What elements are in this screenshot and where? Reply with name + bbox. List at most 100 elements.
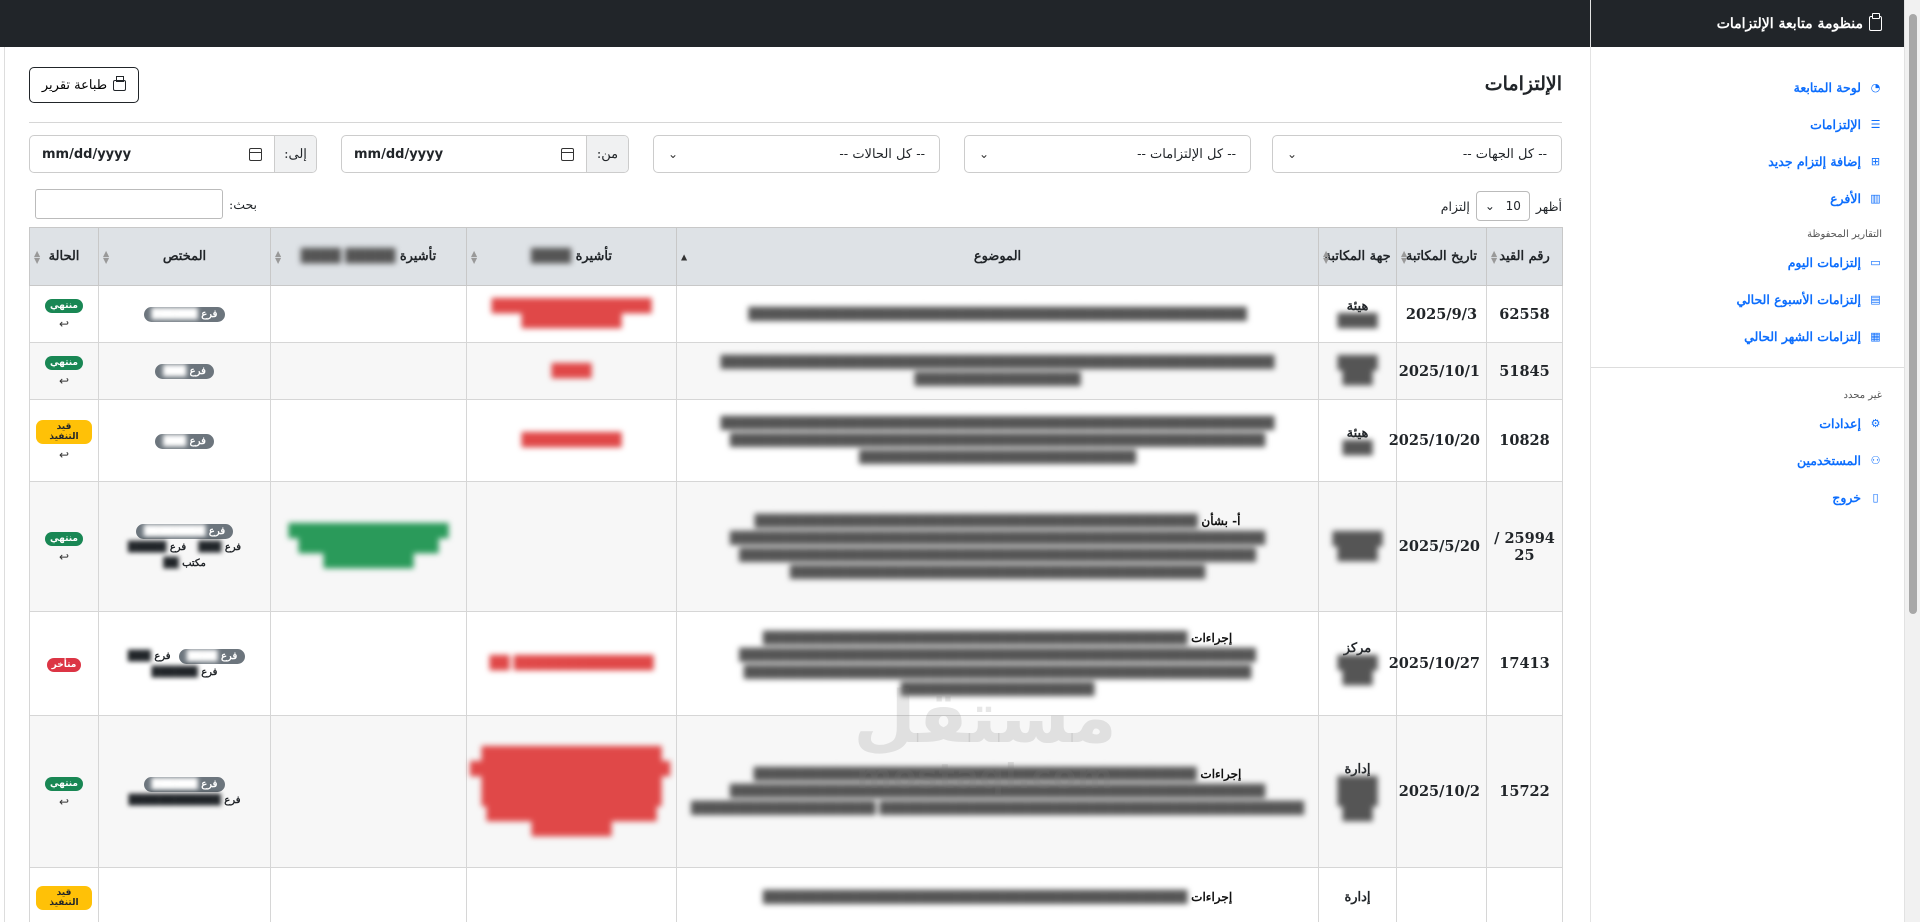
- redacted-text: ████ ███: [1337, 356, 1378, 386]
- branch-pill: فرع ███: [155, 364, 214, 379]
- cell-entity: هيئة ████: [1318, 285, 1397, 343]
- reply-icon[interactable]: ↩: [36, 317, 92, 331]
- table-row[interactable]: 10828 2025/10/20 هيئة ███ ███████████████…: [29, 399, 1563, 482]
- cell-id: 15722: [1486, 715, 1563, 868]
- sidebar-item-add-commitment[interactable]: ⊞ إضافة إلتزام جديد: [1591, 143, 1904, 180]
- cell-assignee: فرع ██████: [98, 285, 271, 343]
- commitment-select[interactable]: -- كل الإلتزامات -- ⌄: [964, 135, 1251, 173]
- cell-id: 62558: [1486, 285, 1563, 343]
- reply-icon[interactable]: ↩: [36, 448, 92, 462]
- cell-date: 2025/9/3: [1396, 285, 1487, 343]
- branch-prefix: فرع: [224, 794, 241, 806]
- page-length-select[interactable]: 10 ⌄: [1475, 191, 1530, 221]
- redacted-text: ████████: [143, 525, 206, 537]
- search-input[interactable]: [35, 189, 223, 219]
- entity-select[interactable]: -- كل الجهات -- ⌄: [1272, 135, 1562, 173]
- redacted-text: ████████████████████████████████████████…: [720, 355, 1275, 386]
- print-report-button[interactable]: طباعة تقرير: [29, 67, 139, 103]
- app-brand[interactable]: منظومة متابعة الإلتزامات: [1591, 0, 1904, 47]
- sort-icon: ▲ ▼: [103, 248, 110, 265]
- branch-prefix: فرع: [189, 366, 206, 377]
- sidebar-item-commitments[interactable]: ☰ الإلتزامات: [1591, 106, 1904, 143]
- cell-id: 17413: [1486, 611, 1563, 716]
- user-heading: غير محدد: [1843, 390, 1882, 401]
- cell-subject: أ- بشأن ████████████████████████████████…: [676, 481, 1319, 612]
- sidebar-item-logout[interactable]: ▯ خروج: [1591, 479, 1904, 516]
- reply-icon[interactable]: ↩: [36, 550, 92, 564]
- branch-prefix: فرع: [208, 525, 226, 537]
- table-header-row: رقم القيد ▲ ▼ تاريخ المكاتبة ▲ ▼ جهة المكاتب…: [29, 227, 1563, 286]
- redacted-text: ██████: [151, 666, 198, 678]
- cell-status: قيد التنفيذ ↩: [29, 399, 99, 482]
- col-header-id[interactable]: رقم القيد ▲ ▼: [1486, 227, 1563, 286]
- chevron-down-icon: ⌄: [668, 147, 679, 161]
- sidebar-item-month[interactable]: ▦ إلتزامات الشهر الحالي: [1591, 318, 1904, 355]
- cell-assignee: فرع ██████ فرع ████████████: [98, 715, 271, 868]
- col-header-entity[interactable]: جهة المكاتبة ▲ ▼: [1318, 227, 1397, 286]
- sidebar-item-label: إلتزامات الأسبوع الحالي: [1736, 292, 1861, 307]
- reply-icon[interactable]: ↩: [36, 795, 92, 809]
- print-report-label: طباعة تقرير: [41, 77, 108, 93]
- table-row[interactable]: 25994 / 25 2025/5/20 █████ ████ أ- بشأن █…: [29, 481, 1563, 612]
- cell-assignee: فرع ████ فرع ███ فرع ██████: [98, 611, 271, 716]
- col-header-date[interactable]: تاريخ المكاتبة ▲ ▼: [1396, 227, 1487, 286]
- status-select[interactable]: -- كل الحالات -- ⌄: [653, 135, 940, 173]
- col-header-endorsement-1[interactable]: تأشيرة ████ ▲ ▼: [466, 227, 677, 286]
- subject-lead: إجراءات: [1200, 767, 1242, 781]
- sidebar-item-dashboard[interactable]: ◔ لوحة المتابعة: [1591, 69, 1904, 106]
- gear-icon: ⚙: [1870, 417, 1881, 430]
- cell-status: متأخر: [29, 611, 99, 716]
- filters-bar: -- كل الجهات -- ⌄ -- كل الإلتزامات -- ⌄ …: [29, 135, 1562, 173]
- sidebar-item-week[interactable]: ▤ إلتزامات الأسبوع الحالي: [1591, 281, 1904, 318]
- cell-subject: إجراءات ████████████████████████████████…: [676, 867, 1319, 922]
- cell-subject: إجراءات ████████████████████████████████…: [676, 715, 1319, 868]
- branch-prefix: فرع: [201, 778, 218, 790]
- sidebar-item-branches[interactable]: ▥ الأفرع: [1591, 180, 1904, 217]
- redacted-text: ████████████████████████████████████████…: [762, 890, 1188, 904]
- printer-icon: [113, 75, 127, 91]
- scrollbar-thumb[interactable]: [1909, 14, 1917, 614]
- redacted-text: ████: [551, 363, 592, 379]
- col-header-endorsement-2[interactable]: تأشيرة █████ ████ ▲ ▼: [270, 227, 467, 286]
- header-label: الحالة: [48, 249, 80, 264]
- page-title: الإلتزامات: [1484, 73, 1562, 95]
- reply-icon[interactable]: ↩: [36, 374, 92, 388]
- page-scrollbar[interactable]: [1904, 0, 1920, 922]
- sidebar-item-today[interactable]: ▭ إلتزامات اليوم: [1591, 244, 1904, 281]
- cell-endorsement-2: [270, 342, 467, 400]
- table-row[interactable]: 15722 2025/10/2 إدارة ████ ████ ███ إجراءات…: [29, 715, 1563, 868]
- to-date-input[interactable]: mm/dd/yyyy: [30, 136, 274, 172]
- table-row[interactable]: 17413 2025/10/27 مركز ████ ███ إجراءات ██…: [29, 611, 1563, 716]
- col-header-subject[interactable]: الموضوع ▲: [676, 227, 1319, 286]
- from-date-input[interactable]: mm/dd/yyyy: [342, 136, 586, 172]
- calendar-month-icon: ▦: [1870, 330, 1881, 343]
- branch-prefix: فرع: [189, 435, 206, 447]
- cell-assignee: فرع ███: [98, 399, 271, 482]
- cell-entity: هيئة ███: [1318, 399, 1397, 482]
- from-date-group: من: mm/dd/yyyy: [341, 135, 629, 173]
- cell-date: 2025/10/27: [1389, 611, 1487, 716]
- redacted-text: ███: [198, 541, 222, 553]
- from-date-label: من:: [586, 136, 628, 172]
- branch-text: فرع ███: [198, 542, 241, 553]
- redacted-text: ████: [1337, 314, 1378, 329]
- calendar-icon[interactable]: [249, 147, 262, 161]
- table-row[interactable]: 51845 2025/10/1 ████ ███ ████████████████…: [29, 342, 1563, 400]
- calendar-icon[interactable]: [561, 147, 574, 161]
- subject-lead: إجراءات: [1191, 890, 1233, 904]
- subject-lead: إجراءات: [1191, 630, 1233, 645]
- table-row[interactable]: 62558 2025/9/3 هيئة ████ ████████████████…: [29, 285, 1563, 343]
- search-label: بحث:: [229, 196, 258, 212]
- reports-heading: التقارير المحفوظة: [1807, 229, 1882, 240]
- redacted-text: ███: [1342, 440, 1373, 456]
- table-row[interactable]: إدارة إجراءات ██████████████████████████…: [29, 867, 1563, 922]
- col-header-assignee[interactable]: المختص ▲ ▼: [98, 227, 271, 286]
- commitments-table: رقم القيد ▲ ▼ تاريخ المكاتبة ▲ ▼ جهة المكاتب…: [29, 227, 1563, 922]
- header-label: تأشيرة: [399, 249, 437, 264]
- redacted-text: ██████: [151, 778, 198, 790]
- sidebar-item-users[interactable]: ⚇ المستخدمين: [1591, 442, 1904, 479]
- branch-prefix: فرع: [201, 666, 218, 678]
- col-header-status[interactable]: الحالة ▲ ▼: [29, 227, 99, 286]
- sidebar-item-settings[interactable]: ⚙ إعدادات: [1591, 405, 1904, 442]
- chevron-down-icon: ⌄: [979, 147, 990, 161]
